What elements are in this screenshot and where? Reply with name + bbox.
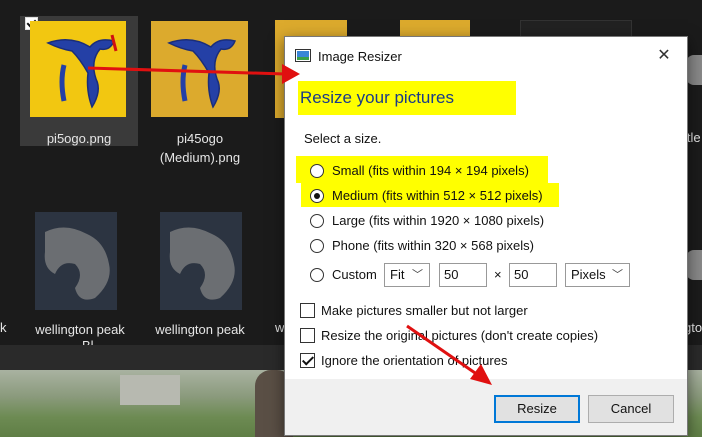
app-icon-partial [686,55,702,85]
thumbnail-item[interactable]: wellington peak [140,210,260,350]
option-label: Resize the original pictures (don't crea… [321,328,599,343]
radio-button[interactable] [310,214,324,228]
checkbox[interactable] [300,303,315,318]
cancel-button[interactable]: Cancel [588,395,674,423]
thumbnail-item[interactable]: pi45ogo (Medium).png [140,16,260,166]
logo-thumbnail-image [30,21,126,117]
unit-value: Pixels [571,267,606,282]
close-icon: ✕ [657,47,671,64]
radio-button[interactable] [310,268,324,282]
size-option-label: Small (fits within 194 × 194 pixels) [332,163,529,178]
image-resizer-app-icon [295,49,311,62]
size-option-label: Large (fits within 1920 × 1080 pixels) [332,213,545,228]
dialog-heading: Resize your pictures [298,81,516,115]
checkbox[interactable] [300,328,315,343]
fit-mode-value: Fit [390,267,405,282]
radio-button[interactable] [310,164,324,178]
thumbnail-label: wellington peak [35,322,125,337]
instruction-text: Select a size. [304,131,382,146]
partial-label: k [0,320,7,335]
dialog-footer: Resize Cancel [285,379,687,435]
partial-label: w [275,320,285,335]
logo-thumbnail-image [151,21,248,117]
chevron-down-icon: ﹀ [412,269,423,281]
size-option-label: Custom [332,267,377,282]
unit-dropdown[interactable]: Pixels ﹀ [565,263,630,287]
thumbnail-label: wellington peak [155,322,245,337]
dialog-titlebar[interactable]: Image Resizer ✕ [285,37,687,75]
chevron-down-icon: ﹀ [612,269,623,281]
size-option-label: Medium (fits within 512 × 512 pixels) [332,188,543,203]
thumbnail-label: pi45ogo (Medium).png [159,131,241,165]
close-button[interactable]: ✕ [641,37,687,75]
radio-button[interactable] [310,239,324,253]
thumbnail-label: pi5ogo.png [46,131,112,146]
fit-mode-dropdown[interactable]: Fit ﹀ [384,263,430,287]
size-option-label: Phone (fits within 320 × 568 pixels) [332,238,534,253]
map-thumbnail-image [160,212,242,310]
image-resizer-dialog: Image Resizer ✕ Resize your pictures Sel… [284,36,688,436]
custom-width-input[interactable]: 50 [439,263,487,287]
dialog-title: Image Resizer [318,49,402,64]
thumbnail-item[interactable]: pi5ogo.png [20,16,138,146]
option-label: Ignore the orientation of pictures [321,353,508,368]
app-icon-partial [686,250,702,280]
thumbnail-item[interactable]: wellington peak [20,210,140,350]
checkbox-checked[interactable] [300,353,315,368]
custom-height-input[interactable]: 50 [509,263,557,287]
map-thumbnail-image [35,212,117,310]
resize-button[interactable]: Resize [494,395,580,423]
option-label: Make pictures smaller but not larger [321,303,528,318]
radio-button-selected[interactable] [310,189,324,203]
times-symbol: × [494,267,502,282]
